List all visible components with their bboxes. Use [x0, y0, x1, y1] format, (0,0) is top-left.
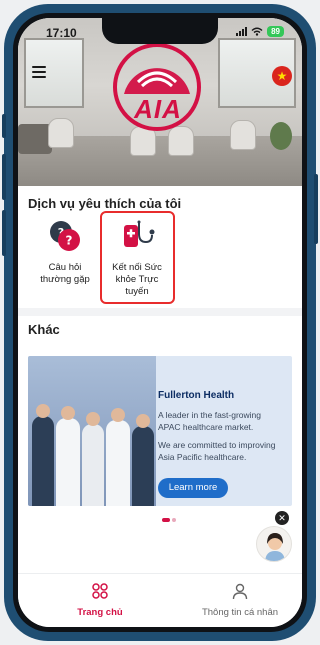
background-sofa	[18, 124, 52, 154]
svg-text:?: ?	[66, 234, 73, 248]
other-title: Khác	[28, 322, 60, 337]
nav-profile-label: Thông tin cá nhân	[201, 607, 279, 618]
doctor-figure	[56, 418, 80, 506]
section-divider	[18, 308, 302, 316]
learn-more-button[interactable]: Learn more	[158, 478, 228, 498]
chat-assistant-avatar[interactable]	[256, 526, 292, 562]
volume-down-button	[2, 210, 6, 256]
doctors-photo	[28, 356, 156, 506]
volume-up-button	[2, 154, 6, 200]
doctor-figure	[82, 424, 104, 506]
status-icons: 89	[236, 26, 284, 37]
promo-line3: We are committed to improving	[158, 440, 276, 450]
doctor-figure	[32, 416, 54, 506]
doctor-head	[36, 404, 50, 418]
wifi-icon	[251, 27, 263, 36]
promo-line4: Asia Pacific healthcare.	[158, 452, 247, 462]
person-icon	[232, 583, 248, 600]
menu-button[interactable]	[32, 66, 48, 80]
doctor-figure	[132, 426, 154, 506]
promo-banner[interactable]: Fullerton Health A leader in the fast-gr…	[28, 356, 292, 506]
language-flag-button[interactable]: ★	[272, 66, 292, 86]
faq-label-line2: thường gặp	[40, 274, 90, 285]
background-chair	[230, 120, 256, 150]
nav-home[interactable]: Trang chủ	[40, 582, 160, 618]
promo-line1: A leader in the fast-growing	[158, 410, 262, 420]
carousel-indicator	[162, 518, 176, 522]
phone-frame: AIA ★ 17:10 89 Dịch vụ yêu thích của tôi…	[2, 4, 318, 641]
status-time: 17:10	[46, 26, 77, 40]
promo-brand: Fullerton Health	[158, 390, 235, 401]
camera-notch	[102, 18, 218, 44]
favorites-title: Dịch vụ yêu thích của tôi	[28, 196, 182, 211]
nav-profile[interactable]: Thông tin cá nhân	[180, 582, 300, 618]
faq-service[interactable]: ? ? Câu hỏi thường gặp	[30, 218, 100, 286]
aia-wordmark: AIA	[134, 94, 182, 124]
background-chair	[48, 118, 74, 148]
bottom-navigation: Trang chủ Thông tin cá nhân	[18, 573, 302, 627]
mute-switch	[2, 114, 6, 138]
carousel-dot-active[interactable]	[162, 518, 170, 522]
home-grid-icon	[92, 583, 108, 599]
signal-icon	[236, 27, 248, 36]
chat-close-button[interactable]: ✕	[275, 511, 289, 525]
power-button	[314, 174, 318, 244]
doctor-head	[86, 412, 100, 426]
carousel-dot[interactable]	[172, 518, 176, 522]
doctor-head	[136, 414, 150, 428]
doctor-figure	[106, 420, 130, 506]
highlight-box	[100, 211, 175, 304]
assistant-avatar-icon	[265, 533, 285, 561]
battery-indicator: 89	[267, 26, 284, 37]
promo-line2: APAC healthcare market.	[158, 422, 254, 432]
doctor-head	[61, 406, 75, 420]
faq-label-line1: Câu hỏi	[48, 262, 82, 273]
background-plant	[270, 122, 292, 150]
doctor-head	[111, 408, 125, 422]
nav-home-label: Trang chủ	[77, 607, 123, 618]
faq-chat-icon: ? ?	[50, 221, 80, 251]
app-screen: AIA ★ 17:10 89 Dịch vụ yêu thích của tôi…	[18, 18, 302, 627]
